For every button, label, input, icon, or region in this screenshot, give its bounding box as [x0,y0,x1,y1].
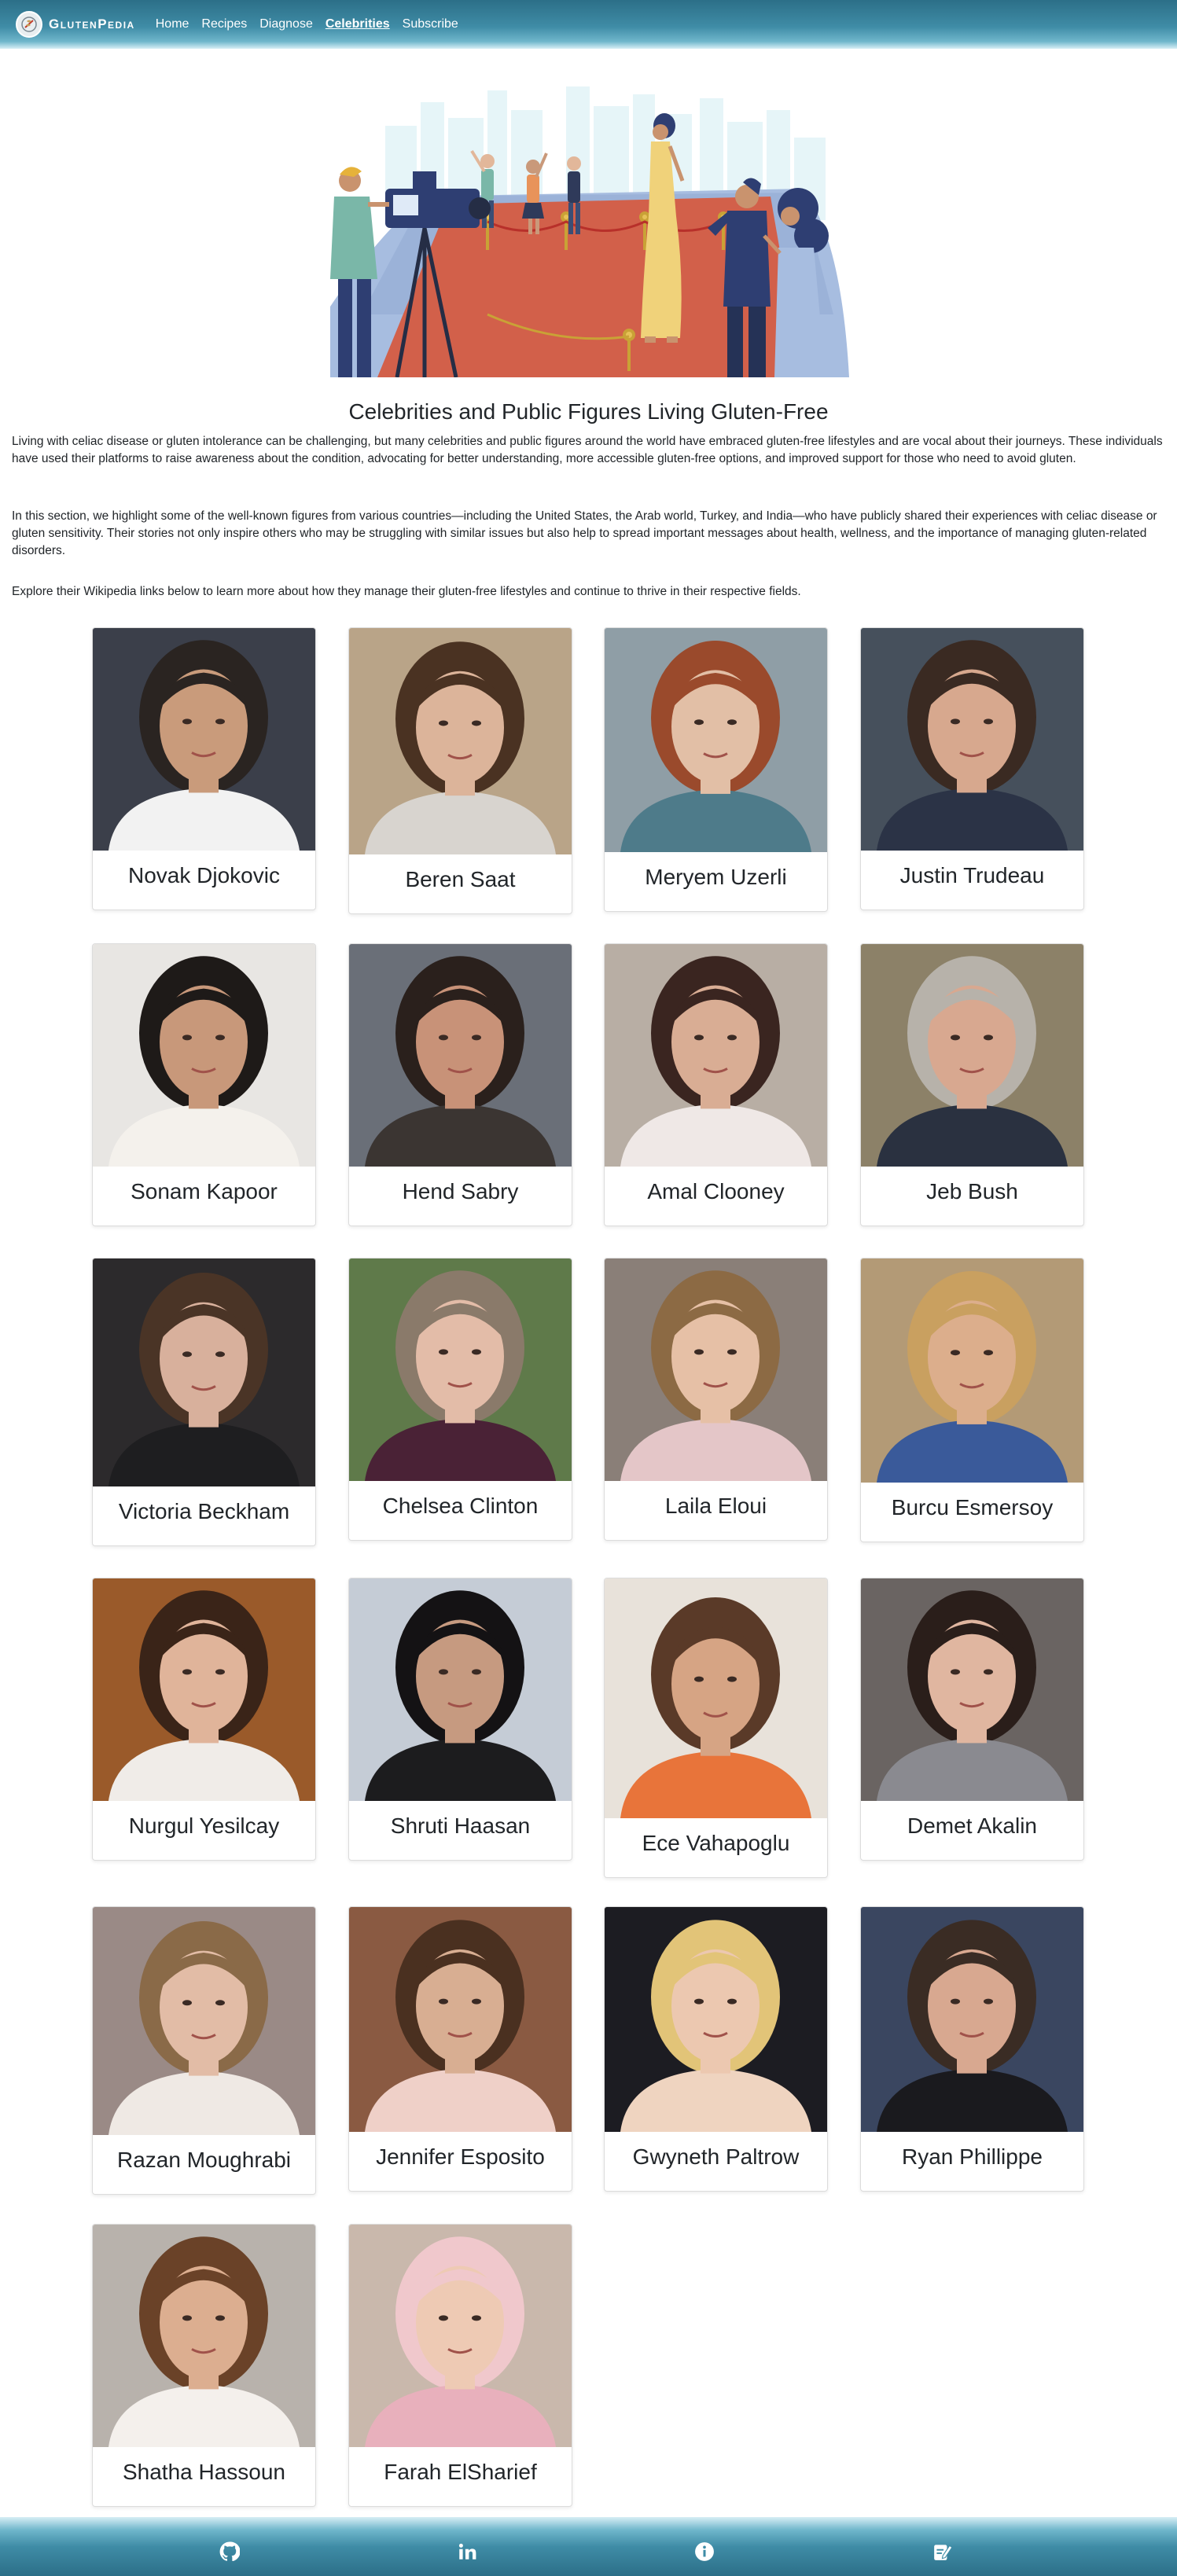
celebrity-name[interactable]: Demet Akalin [861,1801,1083,1839]
celebrity-card[interactable]: Amal Clooney [604,943,828,1226]
celebrity-name[interactable]: Burcu Esmersoy [861,1483,1083,1520]
celebrity-photo [605,1907,827,2132]
celebrity-card[interactable]: Gwyneth Paltrow [604,1906,828,2192]
celebrity-card[interactable]: Beren Saat [348,627,572,914]
celebrity-photo [861,1259,1083,1483]
celebrity-card[interactable]: Hend Sabry [348,943,572,1226]
celebrity-card[interactable]: Shatha Hassoun [92,2224,316,2507]
info-icon[interactable] [694,2541,715,2562]
celebrity-name[interactable]: Ece Vahapoglu [605,1818,827,1856]
celebrity-photo [349,944,572,1167]
celebrity-name[interactable]: Razan Moughrabi [93,2135,315,2173]
celebrity-card[interactable]: Jeb Bush [860,943,1084,1226]
linkedin-icon[interactable] [457,2541,477,2562]
celebrity-photo [349,1578,572,1801]
celebrity-name[interactable]: Meryem Uzerli [605,852,827,890]
celebrity-name[interactable]: Jennifer Esposito [349,2132,572,2170]
celebrity-name[interactable]: Shatha Hassoun [93,2447,315,2485]
celebrity-photo [349,1259,572,1481]
celebrity-card[interactable]: Jennifer Esposito [348,1906,572,2192]
celebrity-photo [93,1907,315,2135]
celebrity-name[interactable]: Gwyneth Paltrow [605,2132,827,2170]
celebrity-name[interactable]: Sonam Kapoor [93,1167,315,1204]
celebrity-photo [349,628,572,854]
celebrity-photo [605,1259,827,1481]
celebrity-name[interactable]: Farah ElSharief [349,2447,572,2485]
celebrity-photo [349,2225,572,2447]
celebrity-photo [861,1578,1083,1801]
celebrity-name[interactable]: Ryan Phillippe [861,2132,1083,2170]
footer [0,2517,1177,2576]
celebrity-card[interactable]: Novak Djokovic [92,627,316,910]
celebrity-card[interactable]: Sonam Kapoor [92,943,316,1226]
celebrity-name[interactable]: Amal Clooney [605,1167,827,1204]
celebrity-card[interactable]: Ece Vahapoglu [604,1578,828,1878]
celebrity-photo [93,1578,315,1801]
celebrity-photo [349,1907,572,2132]
celebrity-photo [93,1259,315,1486]
celebrity-photo [605,1578,827,1818]
celebrity-photo [605,628,827,852]
celebrity-photo [861,628,1083,851]
celebrity-card[interactable]: Victoria Beckham [92,1258,316,1546]
celebrity-photo [93,944,315,1167]
celebrity-card[interactable]: Burcu Esmersoy [860,1258,1084,1542]
celebrity-card[interactable]: Justin Trudeau [860,627,1084,910]
celebrity-card[interactable]: Razan Moughrabi [92,1906,316,2195]
celebrity-card[interactable]: Nurgul Yesilcay [92,1578,316,1861]
celebrity-photo [861,944,1083,1167]
celebrity-card[interactable]: Meryem Uzerli [604,627,828,912]
edit-note-icon[interactable] [932,2541,953,2562]
celebrity-card[interactable]: Farah ElSharief [348,2224,572,2507]
celebrity-name[interactable]: Novak Djokovic [93,851,315,888]
celebrity-card[interactable]: Demet Akalin [860,1578,1084,1861]
celebrity-card[interactable]: Shruti Haasan [348,1578,572,1861]
celebrity-photo [93,628,315,851]
celebrity-card[interactable]: Laila Eloui [604,1258,828,1541]
celebrity-photo [605,944,827,1167]
celebrity-card[interactable]: Ryan Phillippe [860,1906,1084,2192]
celebrity-card[interactable]: Chelsea Clinton [348,1258,572,1541]
celebrity-name[interactable]: Laila Eloui [605,1481,827,1519]
celebrity-photo [93,2225,315,2447]
celebrity-name[interactable]: Chelsea Clinton [349,1481,572,1519]
celebrity-name[interactable]: Victoria Beckham [93,1486,315,1524]
celebrity-name[interactable]: Shruti Haasan [349,1801,572,1839]
celebrity-name[interactable]: Nurgul Yesilcay [93,1801,315,1839]
celebrity-name[interactable]: Jeb Bush [861,1167,1083,1204]
celebrity-photo [861,1907,1083,2132]
github-icon[interactable] [219,2541,240,2562]
celebrity-name[interactable]: Justin Trudeau [861,851,1083,888]
celebrity-name[interactable]: Hend Sabry [349,1167,572,1204]
celebrity-grid: Novak Djokovic Beren Saat Meryem Uzerli Jus… [0,0,1177,2576]
celebrity-name[interactable]: Beren Saat [349,854,572,892]
